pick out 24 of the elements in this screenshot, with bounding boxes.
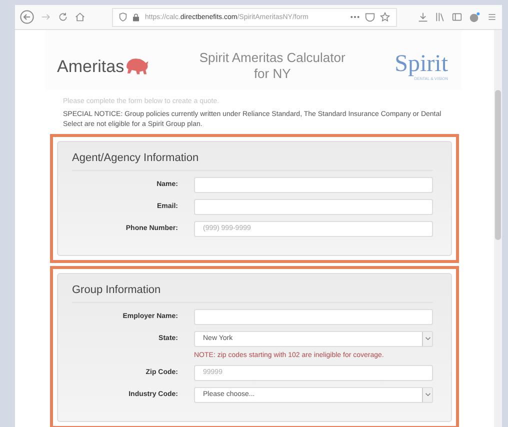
shield-icon	[119, 12, 127, 22]
reload-icon[interactable]	[58, 12, 68, 22]
pocket-icon[interactable]	[365, 12, 375, 22]
ameritas-logo: Ameritas	[57, 56, 124, 76]
input-field[interactable]	[194, 176, 433, 193]
account-icon[interactable]	[469, 12, 480, 22]
input-field[interactable]	[194, 198, 433, 215]
chevron-down-icon	[424, 336, 430, 342]
section-title: Group Information	[72, 284, 433, 303]
forward-icon[interactable]	[41, 12, 51, 22]
back-icon[interactable]	[20, 10, 34, 24]
section-title: Agent/Agency Information	[72, 152, 433, 171]
library-icon[interactable]	[435, 12, 445, 22]
scrollbar[interactable]	[494, 30, 502, 427]
home-icon[interactable]	[75, 12, 85, 22]
star-icon[interactable]	[380, 12, 390, 22]
chevron-down-icon	[424, 392, 430, 398]
download-icon[interactable]	[418, 12, 428, 22]
input-field[interactable]	[194, 308, 433, 325]
more-icon[interactable]	[350, 15, 360, 19]
lock-icon	[132, 12, 140, 22]
sidebar-icon[interactable]	[452, 12, 462, 22]
menu-icon[interactable]	[487, 12, 497, 22]
page-title: Spirit Ameritas Calculator for NY	[198, 50, 346, 82]
